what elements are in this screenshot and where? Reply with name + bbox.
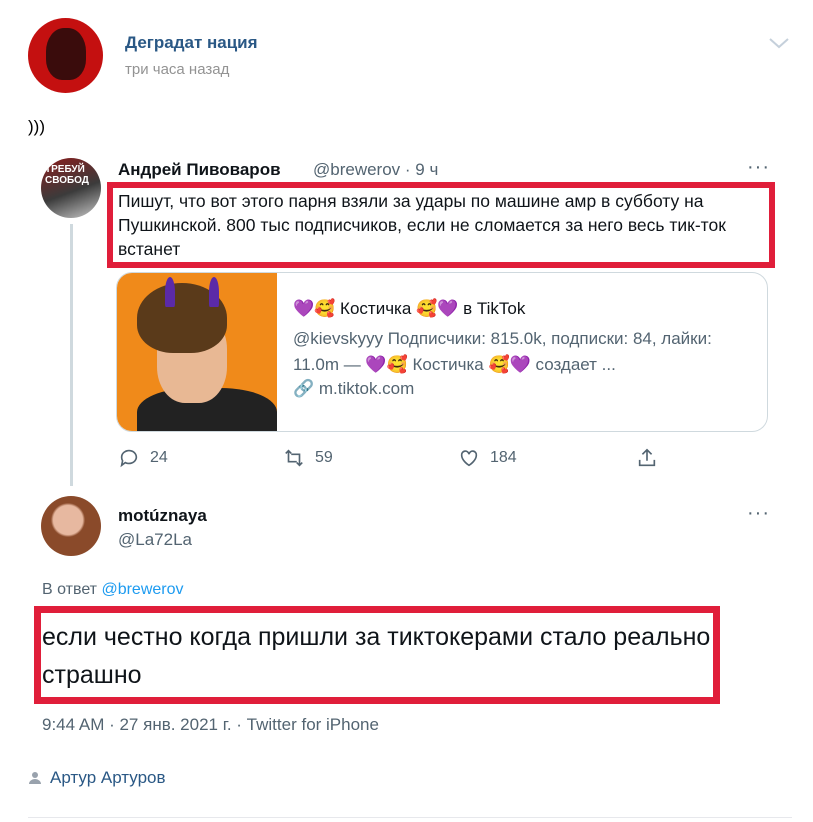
reply-meta: 9:44 AM · 27 янв. 2021 г. · Twitter for … <box>42 715 379 734</box>
card-title: 💜🥰 Костичка 🥰💜 в TikTok <box>293 299 526 318</box>
heart-icon <box>460 450 478 467</box>
more-icon: ··· <box>747 156 770 178</box>
like-action: 184 <box>458 447 517 469</box>
divider <box>28 817 792 818</box>
reply-author-avatar <box>41 496 101 556</box>
reply-to-line: В ответ @brewerov <box>42 581 184 599</box>
card-link-text: m.tiktok.com <box>318 379 415 398</box>
thumb-horn <box>165 277 175 307</box>
card-link: 🔗 m.tiktok.com <box>293 379 415 398</box>
tweet-author-avatar: ТРЕБУЙ СВОБОД <box>41 158 101 218</box>
reply-author-handle: @La72La <box>118 530 192 549</box>
card-thumbnail <box>117 273 277 431</box>
reply-count: 24 <box>150 449 168 466</box>
reply-action: 24 <box>118 447 168 469</box>
tweet-text: Пишут, что вот этого парня взяли за удар… <box>118 191 726 259</box>
thread-line <box>70 224 73 486</box>
author-name: Артур Артуров <box>50 768 166 787</box>
like-count: 184 <box>490 449 517 466</box>
more-icon: ··· <box>747 502 770 524</box>
post-text: ))) <box>28 117 45 136</box>
retweet-icon <box>285 449 303 467</box>
avatar-face <box>46 28 86 80</box>
avatar-caption: ТРЕБУЙ СВОБОД <box>45 164 89 186</box>
tweet-handle-time: @brewerov · 9 ч <box>313 160 439 179</box>
reply-text: если честно когда пришли за тиктокерами … <box>42 623 711 689</box>
chevron-down-icon[interactable] <box>768 36 790 50</box>
tweet-actions: 24 59 184 <box>118 447 678 471</box>
post-author[interactable]: Артур Артуров <box>28 768 166 788</box>
share-action <box>636 447 658 469</box>
card-description: @kievskyyy Подписчики: 815.0k, подписки:… <box>293 329 712 374</box>
group-name-link[interactable]: Деградат нация <box>125 33 258 53</box>
user-icon <box>29 772 41 784</box>
group-avatar[interactable] <box>28 18 103 93</box>
tweet-screenshot[interactable]: ТРЕБУЙ СВОБОД Андрей Пивоваров @brewerov… <box>28 152 790 750</box>
reply-mention: @brewerov <box>101 581 184 598</box>
retweet-action: 59 <box>283 447 333 469</box>
reply-prefix: В ответ <box>42 581 102 598</box>
share-icon <box>638 448 656 467</box>
retweet-count: 59 <box>315 449 333 466</box>
tweet-author-name: Андрей Пивоваров <box>118 160 281 179</box>
post-time[interactable]: три часа назад <box>125 61 229 78</box>
thumb-horn <box>209 277 219 307</box>
link-card: 💜🥰 Костичка 🥰💜 в TikTok @kievskyyy Подпи… <box>116 272 768 432</box>
reply-author-name: motúznaya <box>118 506 207 525</box>
post-header: Деградат нация три часа назад <box>28 18 798 98</box>
reply-icon <box>120 449 138 468</box>
